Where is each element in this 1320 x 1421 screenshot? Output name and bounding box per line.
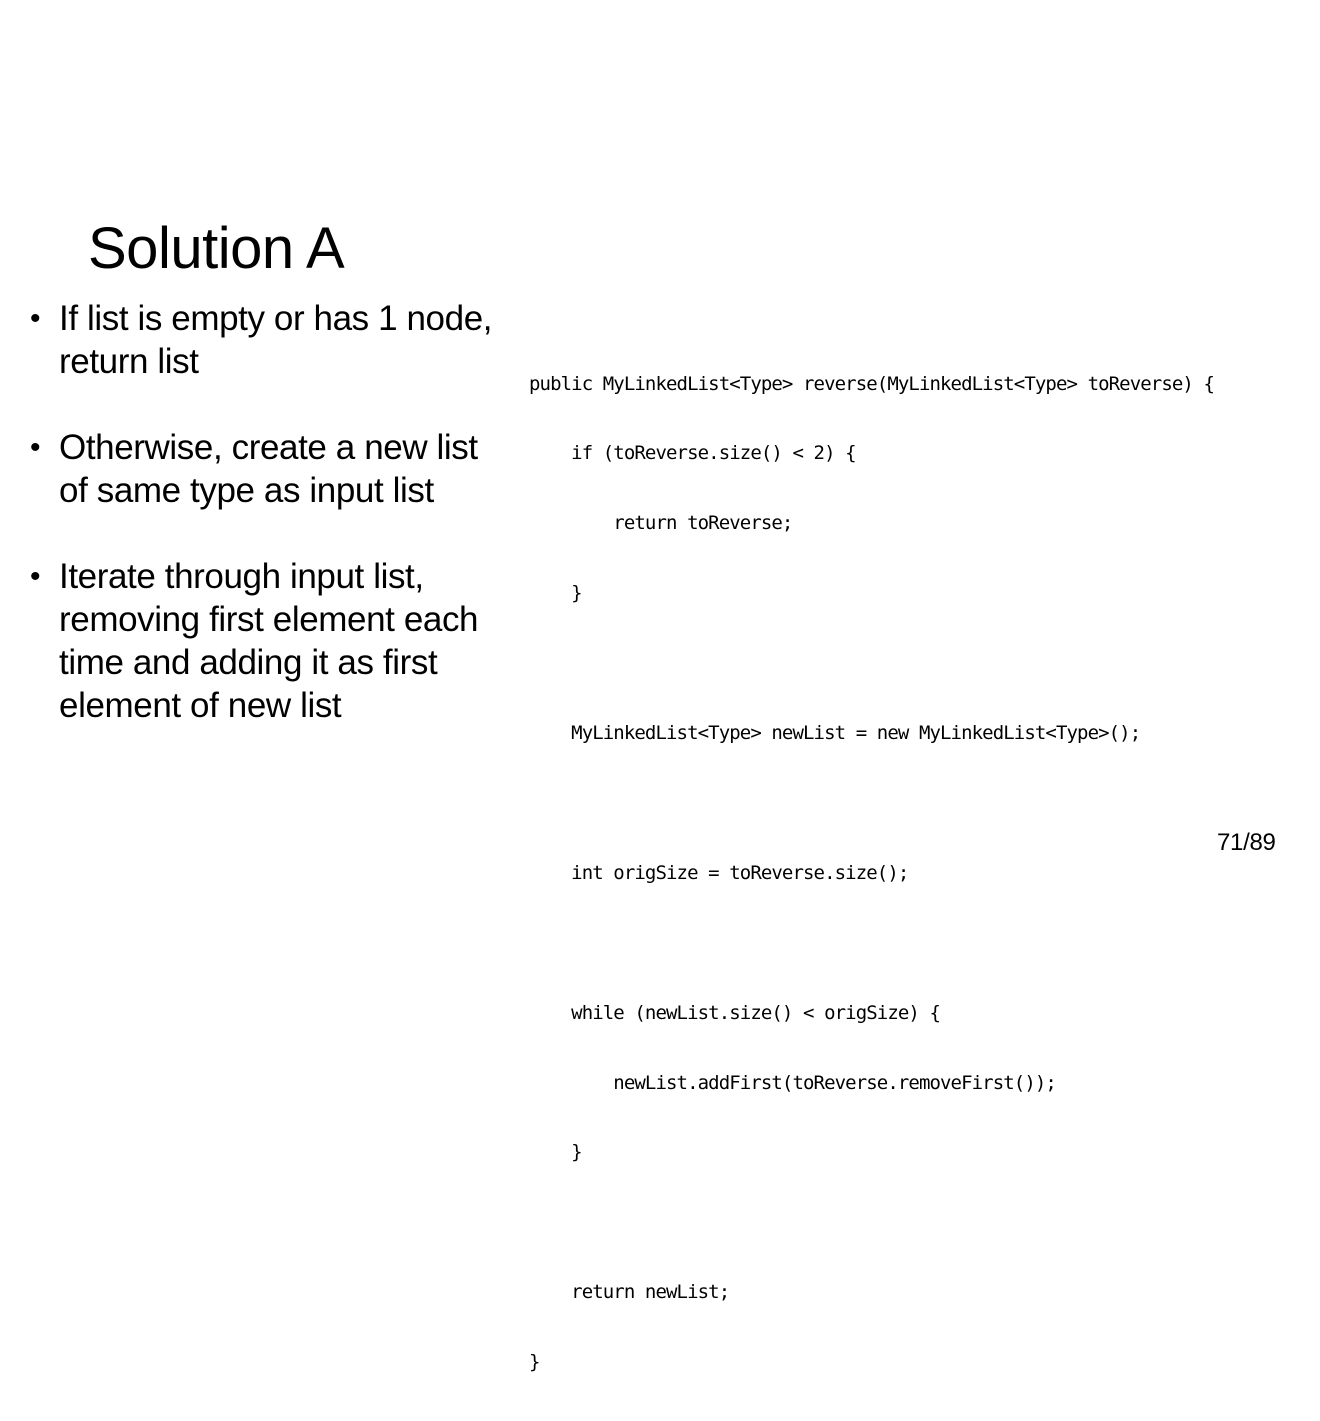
code-line: } [529,1141,582,1164]
bullet-marker: • [30,302,41,335]
code-line: MyLinkedList<Type> newList = new MyLinke… [529,722,1141,745]
bullet-item: • If list is empty or has 1 node, return… [30,297,510,383]
code-line: return newList; [529,1281,730,1304]
bullet-marker: • [30,560,41,593]
code-line: return toReverse; [529,512,793,535]
code-line: } [529,1351,540,1374]
code-line: } [529,582,582,605]
code-line: public MyLinkedList<Type> reverse(MyLink… [529,372,1215,395]
slide: Solution A • If list is empty or has 1 n… [0,0,1320,1373]
code-block: public MyLinkedList<Type> reverse(MyLink… [529,326,1215,1421]
bullet-text: Iterate through input list, removing fir… [59,557,479,725]
bullet-marker: • [30,431,41,464]
code-line: if (toReverse.size() < 2) { [529,442,856,465]
code-line: while (newList.size() < origSize) { [529,1001,941,1024]
bullet-text: Otherwise, create a new list of same typ… [59,428,478,510]
code-line: newList.addFirst(toReverse.removeFirst()… [529,1071,1057,1094]
bullet-list: • If list is empty or has 1 node, return… [30,297,510,770]
bullet-item: • Otherwise, create a new list of same t… [30,426,510,512]
bullet-item: • Iterate through input list, removing f… [30,555,510,727]
slide-title: Solution A [88,216,345,281]
bullet-text: If list is empty or has 1 node, return l… [59,299,493,381]
page-number: 71/89 [1217,829,1276,856]
code-line: int origSize = toReverse.size(); [529,861,909,884]
